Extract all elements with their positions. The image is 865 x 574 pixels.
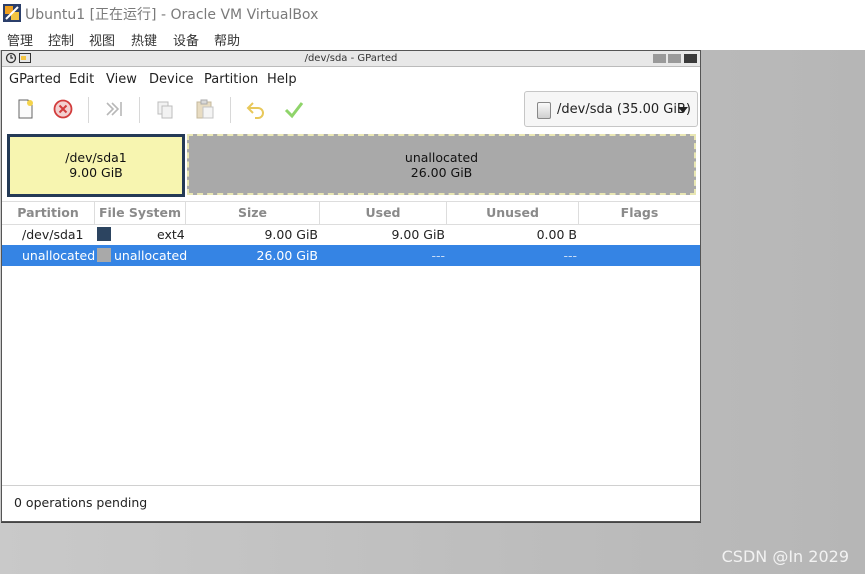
vbox-menu-manage[interactable]: 管理: [7, 30, 33, 49]
cell-partition: unallocated: [22, 248, 96, 263]
menu-gparted[interactable]: GParted: [9, 72, 61, 87]
column-header-filesystem[interactable]: File System: [95, 202, 186, 224]
menu-view[interactable]: View: [106, 72, 137, 87]
new-partition-icon: [18, 99, 33, 119]
gparted-titlebar[interactable]: /dev/sda - GParted: [2, 51, 700, 67]
maximize-button[interactable]: [668, 54, 681, 63]
vbox-menu-hotkeys[interactable]: 热键: [131, 30, 157, 49]
paste-icon: [196, 99, 214, 119]
partition-map-unallocated[interactable]: unallocated 26.00 GiB: [187, 134, 696, 195]
partition-map: /dev/sda1 9.00 GiB unallocated 26.00 GiB: [2, 131, 700, 197]
watermark: CSDN @In 2029: [721, 547, 849, 566]
vbox-menu-control[interactable]: 控制: [48, 30, 74, 49]
vbox-titlebar: Ubuntu1 [正在运行] - Oracle VM VirtualBox: [0, 0, 865, 26]
device-selector[interactable]: /dev/sda (35.00 GiB): [524, 91, 698, 127]
column-header-used[interactable]: Used: [320, 202, 447, 224]
column-header-size[interactable]: Size: [186, 202, 320, 224]
table-row[interactable]: unallocated unallocated 26.00 GiB --- --…: [2, 245, 700, 266]
minimize-button[interactable]: [653, 54, 666, 63]
gparted-window-title: /dev/sda - GParted: [304, 53, 398, 64]
new-partition-button[interactable]: [11, 95, 39, 123]
vbox-menu-help[interactable]: 帮助: [214, 30, 240, 49]
toolbar-separator: [139, 97, 140, 123]
delete-icon: [53, 99, 73, 119]
column-header-partition[interactable]: Partition: [2, 202, 95, 224]
close-button[interactable]: [684, 54, 697, 63]
partition-size: 26.00 GiB: [410, 165, 473, 180]
toolbar-separator: [88, 97, 89, 123]
chevron-down-icon: [678, 107, 688, 113]
column-header-flags[interactable]: Flags: [579, 202, 700, 224]
cell-size: 9.00 GiB: [264, 227, 318, 242]
cell-size: 26.00 GiB: [256, 248, 319, 263]
delete-button[interactable]: [49, 95, 77, 123]
resize-move-icon: [106, 102, 122, 116]
vbox-menu-view[interactable]: 视图: [89, 30, 115, 49]
vbox-menubar: 管理 控制 视图 热键 设备 帮助: [0, 27, 865, 49]
table-row[interactable]: /dev/sda1 ext4 9.00 GiB 9.00 GiB 0.00 B: [2, 224, 700, 245]
undo-icon: [246, 102, 264, 119]
cell-used: 9.00 GiB: [391, 227, 445, 242]
undo-button[interactable]: [242, 95, 270, 123]
fs-color-swatch: [97, 248, 111, 262]
gparted-menubar: GParted Edit View Device Partition Help: [2, 67, 700, 91]
menu-edit[interactable]: Edit: [69, 72, 94, 87]
menu-partition[interactable]: Partition: [204, 72, 258, 87]
cell-unused: 0.00 B: [536, 227, 577, 242]
partition-name: /dev/sda1: [65, 150, 127, 165]
partition-name: unallocated: [404, 150, 479, 165]
paste-button[interactable]: [191, 95, 219, 123]
table-header: Partition File System Size Used Unused F…: [2, 201, 700, 225]
apply-icon: [284, 102, 304, 119]
resize-move-button[interactable]: [100, 95, 128, 123]
disk-icon: [537, 102, 551, 119]
copy-button[interactable]: [151, 95, 179, 123]
device-selector-label: /dev/sda (35.00 GiB): [557, 102, 691, 117]
copy-icon: [157, 101, 173, 119]
virtualbox-logo-icon: [3, 4, 21, 22]
cell-filesystem: ext4: [157, 227, 185, 242]
cell-used: ---: [431, 248, 445, 263]
vbox-window-title: Ubuntu1 [正在运行] - Oracle VM VirtualBox: [25, 7, 319, 23]
cell-unused: ---: [563, 248, 577, 263]
cell-filesystem: unallocated: [114, 248, 188, 263]
gparted-window: /dev/sda - GParted GParted Edit View Dev…: [1, 50, 701, 522]
fs-color-swatch: [97, 227, 111, 241]
status-text: 0 operations pending: [14, 495, 148, 510]
partition-size: 9.00 GiB: [69, 165, 123, 180]
cell-partition: /dev/sda1: [22, 227, 84, 242]
apply-button[interactable]: [280, 95, 308, 123]
menu-device[interactable]: Device: [149, 72, 193, 87]
menu-help[interactable]: Help: [267, 72, 297, 87]
status-bar: 0 operations pending: [2, 485, 700, 520]
partition-map-sda1[interactable]: /dev/sda1 9.00 GiB: [7, 134, 185, 197]
column-header-unused[interactable]: Unused: [447, 202, 579, 224]
vbox-menu-devices[interactable]: 设备: [173, 30, 199, 49]
toolbar-separator: [230, 97, 231, 123]
